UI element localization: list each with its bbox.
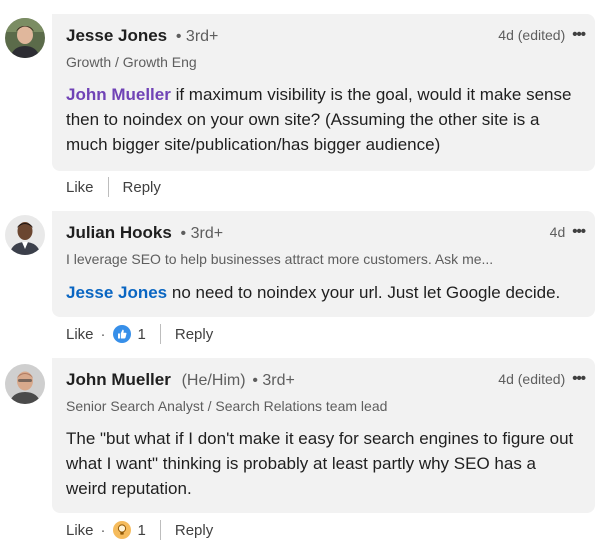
reply-button[interactable]: Reply bbox=[123, 179, 161, 196]
reply-button[interactable]: Reply bbox=[175, 326, 213, 343]
divider bbox=[159, 520, 161, 540]
divider bbox=[107, 177, 109, 197]
connection-degree: • 3rd+ bbox=[175, 28, 219, 45]
more-options-icon[interactable]: ••• bbox=[572, 26, 586, 43]
mention-link[interactable]: Jesse Jones bbox=[66, 283, 167, 302]
comment-actions: Like · 1 Reply bbox=[66, 520, 213, 540]
reply-button[interactable]: Reply bbox=[175, 522, 213, 539]
like-button[interactable]: Like bbox=[66, 179, 94, 196]
author-name[interactable]: Jesse Jones • 3rd+ bbox=[66, 26, 218, 46]
avatar[interactable] bbox=[5, 215, 45, 255]
separator-dot: · bbox=[100, 325, 106, 343]
comment-meta: 4d ••• bbox=[549, 223, 586, 240]
insightful-bulb-icon[interactable] bbox=[112, 521, 131, 539]
timestamp: 4d (edited) bbox=[498, 26, 566, 43]
comment-meta: 4d (edited) ••• bbox=[498, 370, 586, 387]
like-button[interactable]: Like bbox=[66, 326, 94, 343]
reaction-count[interactable]: 1 bbox=[138, 326, 146, 343]
mention-link[interactable]: John Mueller bbox=[66, 85, 171, 104]
comment-meta: 4d (edited) ••• bbox=[498, 26, 586, 43]
comment-actions: Like · 1 Reply bbox=[66, 324, 213, 344]
connection-degree: • 3rd+ bbox=[252, 372, 295, 389]
avatar[interactable] bbox=[5, 364, 45, 404]
author-headline: I leverage SEO to help businesses attrac… bbox=[66, 251, 494, 267]
comment-text: John Mueller if maximum visibility is th… bbox=[66, 85, 572, 154]
more-options-icon[interactable]: ••• bbox=[572, 370, 586, 387]
connection-degree: • 3rd+ bbox=[180, 225, 224, 242]
divider bbox=[159, 324, 161, 344]
author-headline: Growth / Growth Eng bbox=[66, 54, 197, 70]
comment-text: The "but what if I don't make it easy fo… bbox=[66, 429, 574, 498]
timestamp: 4d (edited) bbox=[498, 370, 566, 387]
avatar[interactable] bbox=[5, 18, 45, 58]
reaction-count[interactable]: 1 bbox=[138, 522, 146, 539]
comment-bubble: John Mueller (He/Him) • 3rd+ Senior Sear… bbox=[52, 358, 595, 513]
comment-actions: Like Reply bbox=[66, 177, 161, 197]
more-options-icon[interactable]: ••• bbox=[572, 223, 586, 240]
author-name[interactable]: Julian Hooks • 3rd+ bbox=[66, 223, 223, 243]
author-headline: Senior Search Analyst / Search Relations… bbox=[66, 398, 388, 414]
comment-text: Jesse Jones no need to noindex your url.… bbox=[66, 283, 561, 302]
timestamp: 4d bbox=[549, 223, 566, 240]
comment-bubble: Jesse Jones • 3rd+ Growth / Growth Eng 4… bbox=[52, 14, 595, 171]
author-name[interactable]: John Mueller (He/Him) • 3rd+ bbox=[66, 370, 295, 390]
separator-dot: · bbox=[100, 521, 106, 539]
comment-bubble: Julian Hooks • 3rd+ I leverage SEO to he… bbox=[52, 211, 595, 317]
like-button[interactable]: Like bbox=[66, 522, 94, 539]
comment-thread: Jesse Jones • 3rd+ Growth / Growth Eng 4… bbox=[0, 0, 607, 543]
like-thumb-icon[interactable] bbox=[112, 325, 131, 343]
author-pronouns: (He/Him) bbox=[181, 372, 246, 389]
